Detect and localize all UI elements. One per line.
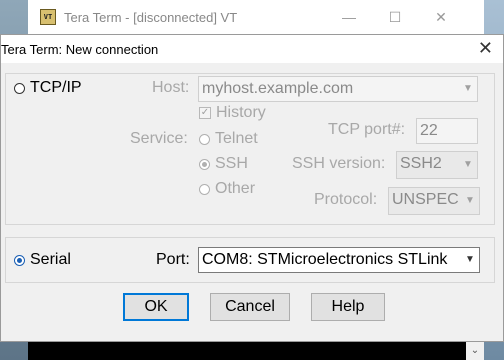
telnet-radio[interactable] xyxy=(199,134,210,145)
dialog-title: Tera Term: New connection xyxy=(1,41,159,57)
other-radio[interactable] xyxy=(199,184,210,195)
protocol-value: UNSPEC xyxy=(392,191,459,208)
tcp-port-label: TCP port#: xyxy=(328,121,406,138)
chevron-down-icon[interactable]: ▼ xyxy=(459,77,477,101)
chevron-down-icon[interactable]: ▼ xyxy=(459,152,477,178)
serial-radio[interactable] xyxy=(14,255,25,266)
port-value: COM8: STMicroelectronics STLink xyxy=(202,251,448,268)
ssh-version-label: SSH version: xyxy=(292,155,386,172)
ssh-version-select[interactable]: SSH2 ▼ xyxy=(396,151,478,179)
main-window-titlebar: VT Tera Term - [disconnected] VT — ☐ ✕ xyxy=(28,0,504,34)
dialog-titlebar: Tera Term: New connection ✕ xyxy=(1,35,503,63)
help-button[interactable]: Help xyxy=(311,293,385,321)
chevron-down-icon[interactable]: ▼ xyxy=(461,188,479,214)
history-checkbox[interactable]: ✓ xyxy=(199,107,211,119)
chevron-down-icon[interactable]: ▼ xyxy=(461,248,479,272)
tcpip-label[interactable]: TCP/IP xyxy=(30,79,82,97)
history-label[interactable]: History xyxy=(216,104,266,122)
tera-term-app-icon: VT xyxy=(40,9,56,25)
serial-group: Serial Port: COM8: STMicroelectronics ST… xyxy=(5,237,495,283)
host-value: myhost.example.com xyxy=(202,80,354,97)
maximize-icon[interactable]: ☐ xyxy=(372,0,418,34)
ok-button[interactable]: OK xyxy=(123,293,189,321)
protocol-select[interactable]: UNSPEC ▼ xyxy=(388,187,480,215)
service-label: Service: xyxy=(130,130,188,147)
serial-label[interactable]: Serial xyxy=(30,251,71,269)
ssh-radio[interactable] xyxy=(199,159,210,170)
close-icon[interactable]: ✕ xyxy=(478,39,493,57)
close-window-icon[interactable]: ✕ xyxy=(418,0,464,34)
host-input[interactable]: myhost.example.com ▼ xyxy=(198,76,478,102)
scroll-down-icon[interactable]: ⌄ xyxy=(466,340,484,360)
other-label[interactable]: Other xyxy=(215,180,255,198)
port-label: Port: xyxy=(156,251,190,268)
tcp-port-input[interactable]: 22 xyxy=(416,118,478,144)
ssh-label[interactable]: SSH xyxy=(215,155,248,173)
telnet-label[interactable]: Telnet xyxy=(215,130,258,148)
ssh-version-value: SSH2 xyxy=(400,155,442,172)
main-window-title: Tera Term - [disconnected] VT xyxy=(64,9,238,25)
new-connection-dialog: Tera Term: New connection ✕ TCP/IP Host:… xyxy=(0,34,504,342)
port-select[interactable]: COM8: STMicroelectronics STLink ▼ xyxy=(198,247,480,273)
minimize-icon[interactable]: — xyxy=(326,0,372,34)
tcpip-radio[interactable] xyxy=(14,83,25,94)
tcp-port-value: 22 xyxy=(420,122,438,139)
cancel-button[interactable]: Cancel xyxy=(210,293,290,321)
tcpip-group: TCP/IP Host: myhost.example.com ▼ ✓ Hist… xyxy=(5,73,495,225)
protocol-label: Protocol: xyxy=(314,191,378,208)
host-label: Host: xyxy=(152,79,190,96)
